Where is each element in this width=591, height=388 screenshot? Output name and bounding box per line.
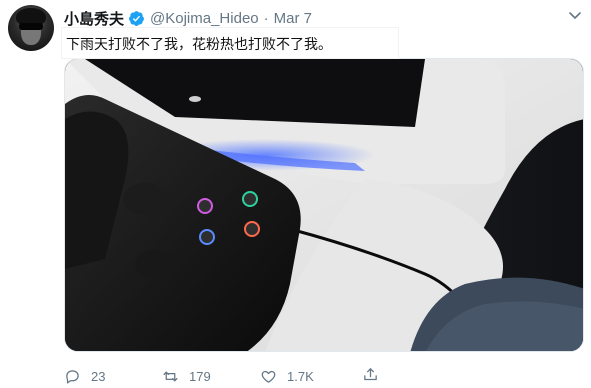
share-icon (364, 368, 377, 381)
retweet-count: 179 (189, 368, 211, 384)
heart-icon (261, 370, 276, 383)
photo-illustration (65, 59, 583, 351)
retweet-icon (163, 371, 178, 381)
tweet-text-box: 下雨天打败不了我，花粉热也打败不了我。 (62, 28, 398, 58)
avatar-glasses (19, 23, 43, 30)
avatar[interactable] (8, 5, 54, 51)
reply-action[interactable]: 23 (64, 366, 105, 386)
tweet-photo[interactable] (64, 58, 584, 352)
reply-icon (66, 369, 79, 384)
like-action[interactable]: 1.7K (260, 366, 314, 386)
author-name[interactable]: 小島秀夫 (64, 8, 124, 29)
reply-count: 23 (91, 368, 106, 384)
tweet-actions: 23 179 1.7K (64, 366, 384, 386)
share-action[interactable] (362, 366, 379, 388)
like-count: 1.7K (287, 368, 314, 384)
tweet-date[interactable]: Mar 7 (274, 10, 312, 27)
chevron-down-icon[interactable] (567, 7, 583, 23)
tweet-text: 下雨天打败不了我，花粉热也打败不了我。 (66, 37, 332, 53)
retweet-action[interactable]: 179 (162, 366, 211, 386)
separator-dot: · (263, 9, 269, 27)
tweet-header: 小島秀夫 @Kojima_Hideo · Mar 7 (64, 7, 312, 29)
author-handle[interactable]: @Kojima_Hideo (150, 10, 259, 27)
verified-badge-icon (129, 10, 144, 26)
